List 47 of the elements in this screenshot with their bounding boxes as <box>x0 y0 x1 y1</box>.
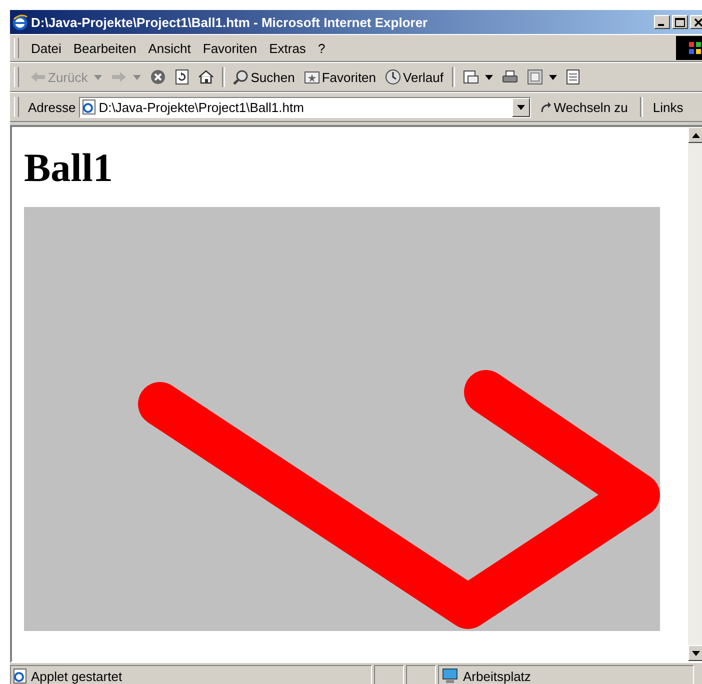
menu-item[interactable]: Extras <box>263 38 312 58</box>
stop-icon <box>150 69 166 85</box>
printer-icon <box>502 69 518 85</box>
edit-icon <box>526 69 543 85</box>
browser-icon <box>12 14 28 30</box>
arrow-icon <box>540 101 552 113</box>
right-arrow-icon <box>110 70 127 84</box>
go-button[interactable]: Wechseln zu <box>534 98 634 116</box>
vertical-scrollbar[interactable] <box>688 127 702 661</box>
page-heading: Ball1 <box>24 145 113 191</box>
address-label: Adresse <box>28 100 76 114</box>
up-caret-icon <box>692 132 700 138</box>
menu-item[interactable]: Bearbeiten <box>67 38 142 58</box>
maximize-icon <box>675 18 685 26</box>
search-button[interactable]: Suchen <box>228 67 299 87</box>
close-button[interactable] <box>690 15 702 29</box>
status-pane <box>374 665 404 684</box>
maximize-button[interactable] <box>672 15 688 29</box>
favorites-button[interactable]: Favoriten <box>300 68 380 86</box>
links-button[interactable]: Links <box>648 98 688 116</box>
close-icon <box>694 18 702 26</box>
clock-icon <box>385 69 402 85</box>
menu-item[interactable]: Favoriten <box>196 38 264 58</box>
status-pane <box>406 665 436 684</box>
dropdown-button[interactable] <box>512 98 530 116</box>
window-title: D:\Java-Projekte\Project1\Ball1.htm - Microsoft Internet Explorer <box>31 14 429 30</box>
address-field[interactable]: D:\Java-Projekte\Project1\Ball1.htm <box>78 96 531 118</box>
menu-item[interactable]: Ansicht <box>142 38 197 58</box>
menu-item[interactable]: Datei <box>25 38 68 58</box>
document-icon <box>566 69 580 85</box>
down-caret-icon <box>692 650 700 656</box>
menu-item[interactable]: ? <box>312 38 332 58</box>
left-arrow-icon <box>30 70 46 84</box>
minimize-button[interactable] <box>654 15 670 29</box>
scroll-down-button[interactable] <box>688 645 702 661</box>
star-folder-icon <box>304 70 320 84</box>
search-icon <box>232 69 249 85</box>
scroll-up-button[interactable] <box>688 127 702 143</box>
refresh-icon <box>174 69 189 85</box>
computer-icon <box>441 668 459 684</box>
caret-icon <box>516 104 525 110</box>
page-icon <box>82 99 96 115</box>
home-icon <box>198 69 214 85</box>
mail-icon <box>462 69 479 85</box>
history-button[interactable]: Verlauf <box>381 67 448 87</box>
security-zone: Arbeitsplatz <box>463 668 531 684</box>
status-message: Applet gestartet <box>31 668 122 684</box>
